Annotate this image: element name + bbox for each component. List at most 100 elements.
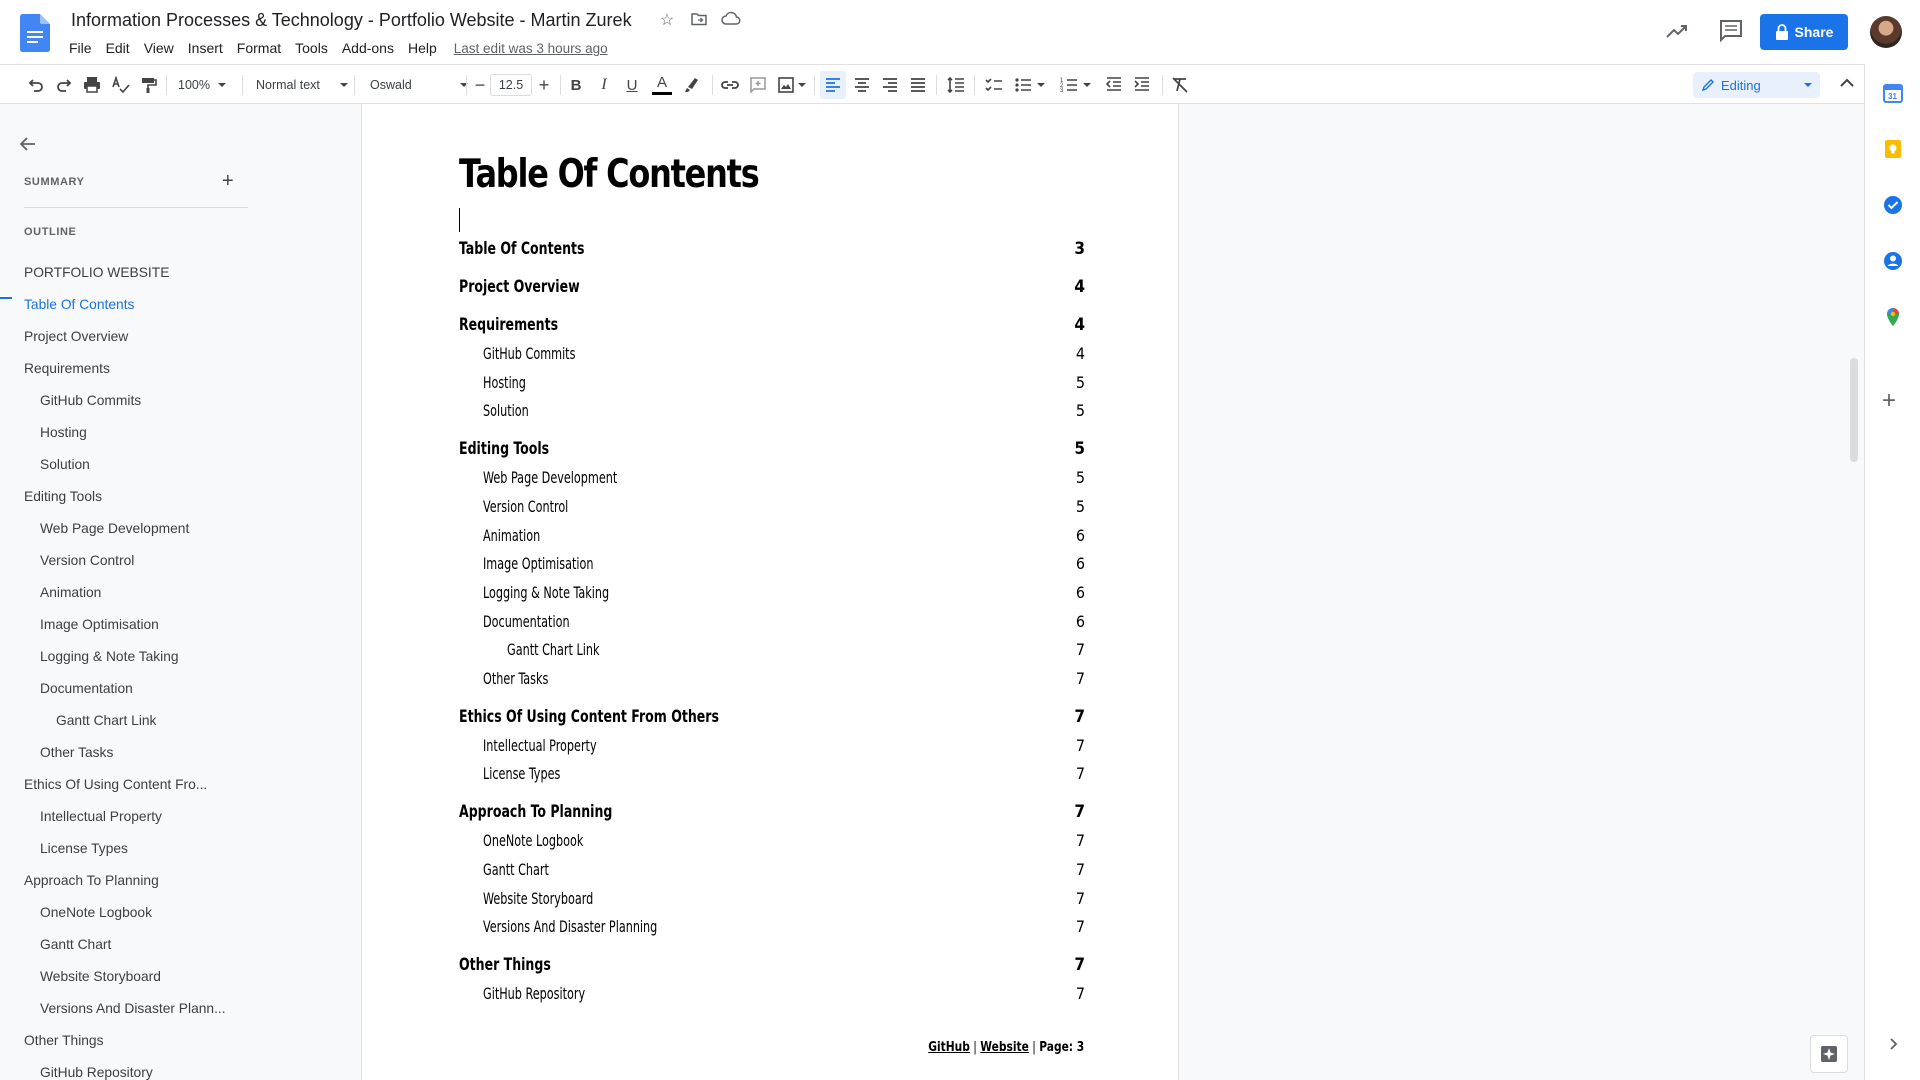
docs-logo-icon[interactable] (20, 14, 50, 52)
menu-file[interactable]: File (62, 38, 99, 58)
menu-tools[interactable]: Tools (288, 38, 335, 58)
outline-item[interactable]: Gantt Chart Link (56, 713, 156, 728)
footer-website-link[interactable]: Website (980, 1040, 1029, 1055)
toc-entry[interactable]: Website Storyboard 7 (459, 889, 1085, 911)
cloud-status-icon[interactable] (720, 10, 742, 32)
outline-item[interactable]: Documentation (40, 681, 133, 696)
toc-entry[interactable]: Table Of Contents 3 (459, 239, 1085, 261)
outline-item[interactable]: GitHub Commits (40, 393, 141, 408)
outline-item[interactable]: Project Overview (24, 329, 128, 344)
align-center-button[interactable] (850, 65, 874, 105)
outline-item[interactable]: Gantt Chart (40, 937, 111, 952)
toc-entry[interactable]: Editing Tools 5 (459, 439, 1085, 461)
explore-button[interactable] (1810, 1035, 1848, 1073)
decrease-indent-icon[interactable] (1102, 65, 1126, 105)
outline-item[interactable]: Requirements (24, 361, 110, 376)
menu-edit[interactable]: Edit (99, 38, 137, 58)
toc-entry-title[interactable]: Table Of Contents (459, 239, 584, 259)
menu-view[interactable]: View (137, 38, 181, 58)
toc-entry[interactable]: Gantt Chart Link 7 (459, 640, 1085, 662)
toc-entry-title[interactable]: Editing Tools (459, 439, 549, 459)
font-select[interactable]: Oswald (370, 73, 468, 97)
toc-entry[interactable]: Image Optimisation 6 (459, 554, 1085, 576)
toc-entry[interactable]: Other Things 7 (459, 955, 1085, 977)
toc-entry-title[interactable]: Other Tasks (483, 669, 548, 688)
toc-entry[interactable]: Animation 6 (459, 526, 1085, 548)
bulleted-list-button[interactable] (1010, 65, 1048, 105)
toc-entry[interactable]: Versions And Disaster Planning 7 (459, 917, 1085, 939)
toc-entry-title[interactable]: Logging & Note Taking (483, 583, 609, 602)
insert-link-icon[interactable] (718, 65, 742, 105)
increase-font-size-button[interactable]: + (534, 65, 554, 105)
italic-button[interactable]: I (594, 65, 614, 105)
highlight-icon[interactable] (680, 65, 704, 105)
toc-entry-title[interactable]: Gantt Chart (483, 860, 549, 879)
toc-entry[interactable]: GitHub Repository 7 (459, 984, 1085, 1006)
account-avatar[interactable] (1870, 16, 1902, 48)
redo-icon[interactable] (52, 65, 76, 105)
align-right-button[interactable] (878, 65, 902, 105)
outline-item[interactable]: Editing Tools (24, 489, 102, 504)
toc-entry-title[interactable]: Animation (483, 526, 540, 545)
toc-entry-title[interactable]: Version Control (483, 497, 568, 516)
align-left-button[interactable] (820, 71, 846, 99)
heading-table-of-contents[interactable]: Table Of Contents (459, 152, 760, 197)
menu-format[interactable]: Format (230, 38, 288, 58)
toc-entry-title[interactable]: Intellectual Property (483, 736, 597, 755)
chevron-right-icon[interactable] (1885, 1036, 1901, 1052)
outline-item[interactable]: Other Tasks (40, 745, 113, 760)
tasks-icon[interactable] (1882, 194, 1904, 216)
document-title[interactable]: Information Processes & Technology - Por… (71, 10, 632, 31)
outline-item[interactable]: Table Of Contents (24, 297, 134, 312)
calendar-icon[interactable]: 31 (1882, 82, 1904, 104)
toc-entry-title[interactable]: OneNote Logbook (483, 831, 583, 850)
outline-item[interactable]: Image Optimisation (40, 617, 159, 632)
toc-entry[interactable]: Project Overview 4 (459, 277, 1085, 299)
clear-formatting-icon[interactable] (1168, 65, 1192, 105)
outline-item[interactable]: Hosting (40, 425, 87, 440)
chevron-up-icon[interactable] (1835, 71, 1859, 95)
outline-item[interactable]: Ethics Of Using Content Fro... (24, 777, 207, 792)
bold-button[interactable]: B (566, 65, 586, 105)
outline-item[interactable]: Solution (40, 457, 90, 472)
text-color-button[interactable]: A (650, 65, 674, 105)
outline-item[interactable]: License Types (40, 841, 128, 856)
keep-icon[interactable] (1882, 138, 1904, 160)
toc-entry-title[interactable]: Versions And Disaster Planning (483, 917, 657, 936)
toc-entry[interactable]: Logging & Note Taking 6 (459, 583, 1085, 605)
footer-github-link[interactable]: GitHub (928, 1040, 970, 1055)
toc-entry-title[interactable]: Image Optimisation (483, 554, 594, 573)
increase-indent-icon[interactable] (1130, 65, 1154, 105)
toc-entry[interactable]: Solution 5 (459, 401, 1085, 423)
toc-entry-title[interactable]: GitHub Commits (483, 344, 575, 363)
toc-entry-title[interactable]: Project Overview (459, 277, 580, 297)
menu-insert[interactable]: Insert (181, 38, 230, 58)
paint-format-icon[interactable] (136, 65, 160, 105)
comment-history-icon[interactable] (1718, 18, 1744, 44)
toc-entry-title[interactable]: Approach To Planning (459, 802, 612, 822)
outline-item[interactable]: Versions And Disaster Plann... (40, 1001, 226, 1016)
toc-entry[interactable]: Version Control 5 (459, 497, 1085, 519)
decrease-font-size-button[interactable]: − (470, 65, 490, 105)
menu-addons[interactable]: Add-ons (335, 38, 401, 58)
vertical-scrollbar[interactable] (1850, 358, 1858, 462)
back-arrow-icon[interactable] (18, 134, 38, 154)
outline-item[interactable]: GitHub Repository (40, 1065, 153, 1080)
zoom-select[interactable]: 100% (178, 73, 226, 97)
toc-entry[interactable]: Requirements 4 (459, 315, 1085, 337)
toc-entry-title[interactable]: Hosting (483, 373, 526, 392)
toc-entry[interactable]: License Types 7 (459, 764, 1085, 786)
toc-entry[interactable]: GitHub Commits 4 (459, 344, 1085, 366)
star-icon[interactable]: ☆ (656, 10, 678, 32)
toc-entry[interactable]: Approach To Planning 7 (459, 802, 1085, 824)
contacts-icon[interactable] (1882, 250, 1904, 272)
editing-mode-select[interactable]: Editing (1693, 72, 1820, 98)
print-icon[interactable] (80, 65, 104, 105)
spellcheck-icon[interactable] (108, 65, 132, 105)
menu-help[interactable]: Help (401, 38, 444, 58)
last-edit-link[interactable]: Last edit was 3 hours ago (454, 38, 608, 58)
toc-entry-title[interactable]: Other Things (459, 955, 551, 975)
toc-entry[interactable]: Gantt Chart 7 (459, 860, 1085, 882)
toc-entry-title[interactable]: Solution (483, 401, 529, 420)
get-addons-icon[interactable]: + (1882, 389, 1896, 413)
